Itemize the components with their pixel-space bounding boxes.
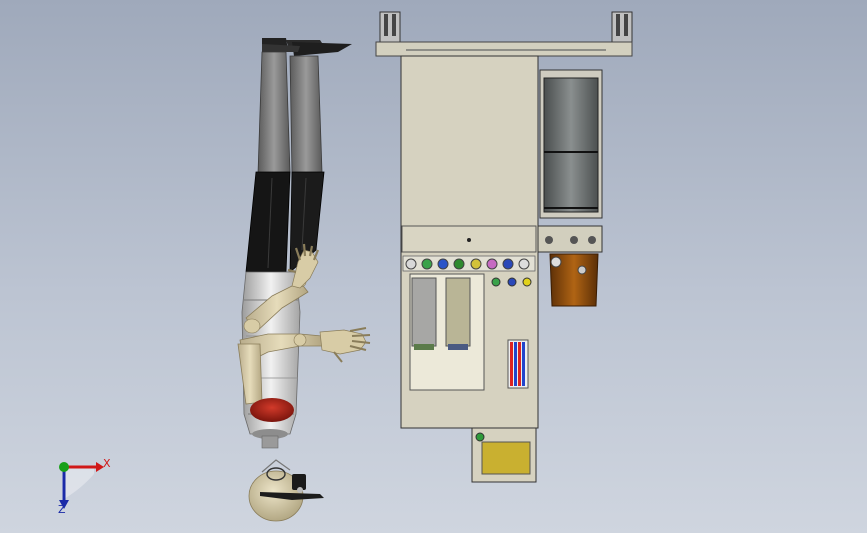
orientation-triad[interactable] (59, 462, 104, 509)
machine-assembly[interactable] (375, 11, 633, 483)
cylinder-unit (537, 69, 603, 253)
connector-row (402, 255, 536, 272)
y-axis-dot-icon (59, 462, 69, 472)
cable-bundle (507, 339, 529, 389)
bottom-box (471, 427, 537, 483)
cad-viewport[interactable]: X Z (0, 0, 867, 533)
bottle-grey (411, 277, 437, 347)
extended-hand (319, 327, 371, 363)
z-axis-label: Z (58, 503, 66, 516)
indicator-lights (491, 277, 532, 287)
bottle-olive (445, 277, 471, 347)
legs (245, 51, 325, 273)
top-rail (375, 11, 633, 57)
dispensing-cup (549, 253, 599, 307)
head (248, 459, 324, 522)
cad-scene[interactable] (0, 0, 867, 533)
hip-joint (250, 398, 294, 422)
mannequin-figure[interactable] (237, 38, 371, 522)
x-axis-label: X (103, 457, 111, 470)
